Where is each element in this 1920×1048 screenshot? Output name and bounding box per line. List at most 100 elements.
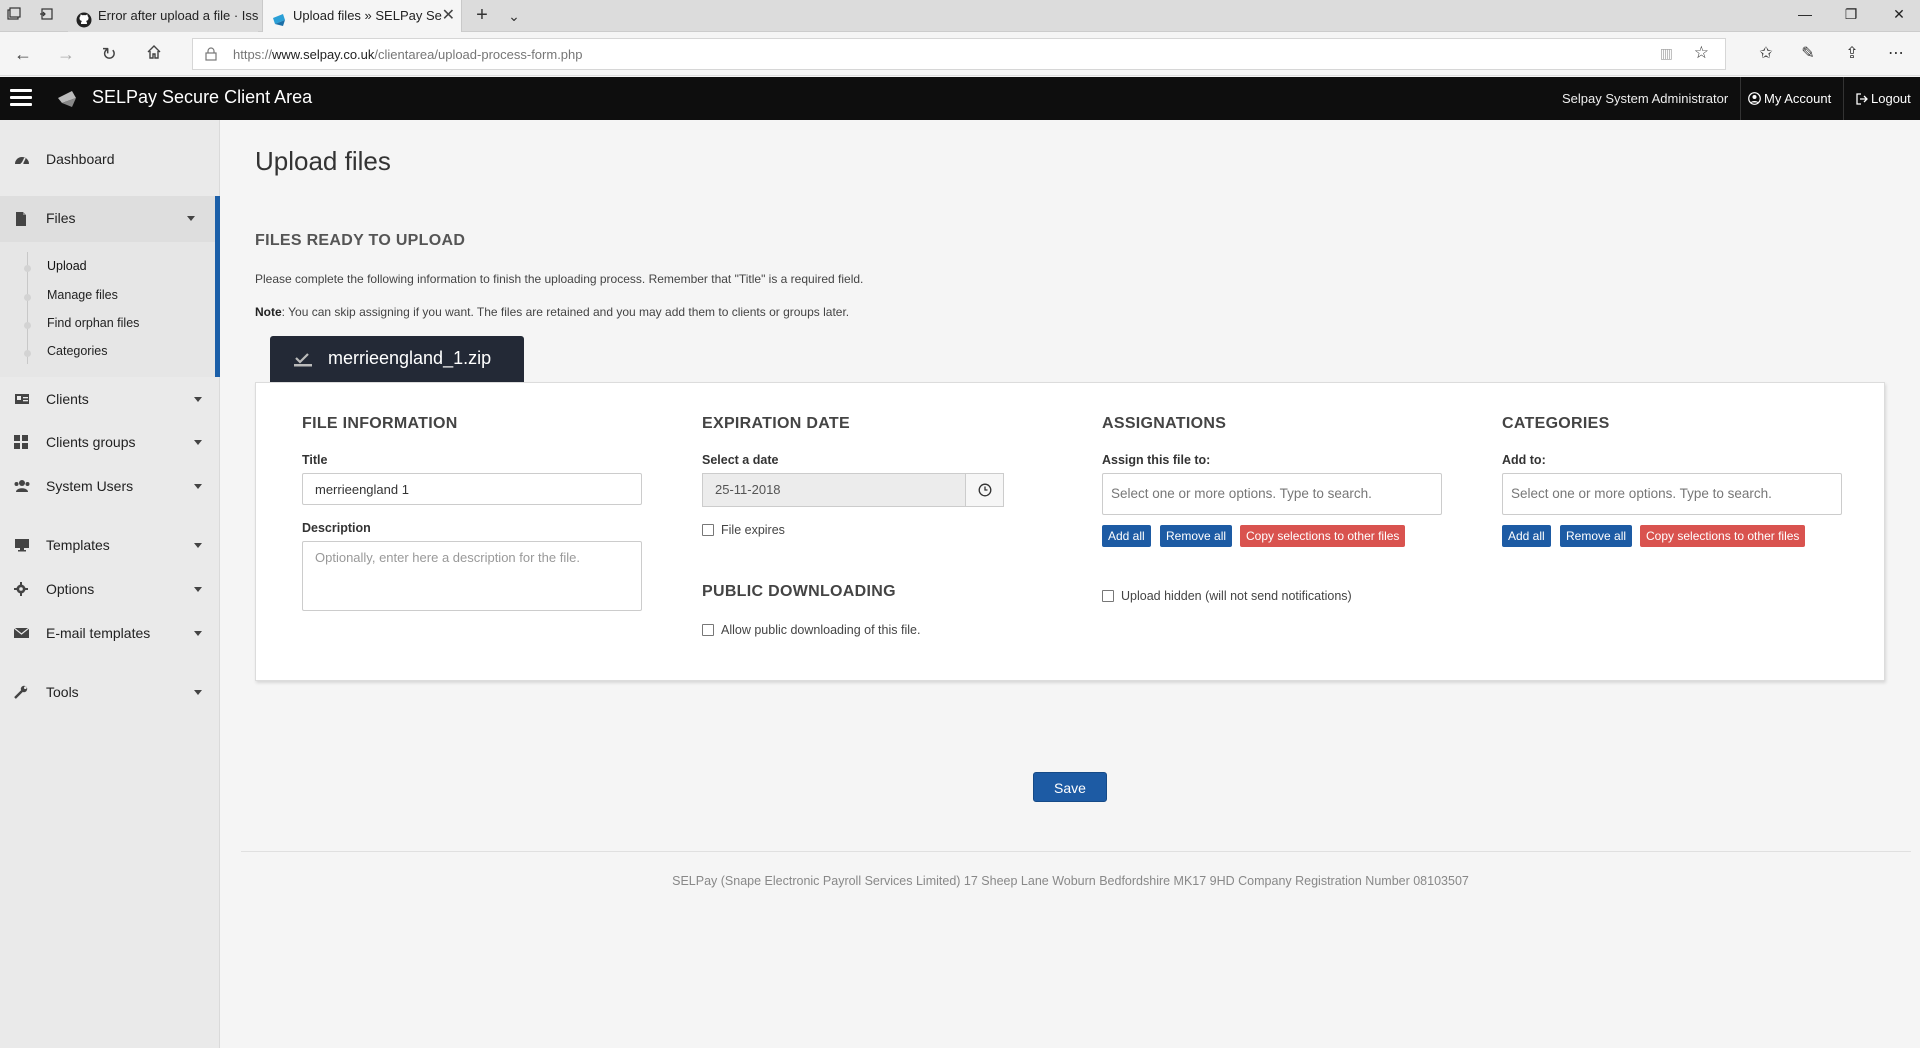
categories-select[interactable]: Select one or more options. Type to sear… <box>1502 473 1842 515</box>
hamburger-menu-icon[interactable] <box>10 89 32 107</box>
sidebar-item-clients-groups[interactable]: Clients groups <box>0 423 220 463</box>
main-content: Upload files FILES READY TO UPLOAD Pleas… <box>221 120 1920 1048</box>
more-menu-icon[interactable]: ⋯ <box>1882 42 1910 66</box>
tab-title: Upload files » SELPay Se <box>293 8 442 23</box>
clients-icon <box>14 392 30 408</box>
sidebar-item-templates[interactable]: Templates <box>0 526 220 566</box>
sidebar-item-files[interactable]: Files <box>0 196 220 242</box>
home-icon[interactable] <box>141 42 167 66</box>
forward-icon[interactable]: → <box>53 42 79 66</box>
add-to-label: Add to: <box>1502 453 1546 467</box>
check-upload-icon <box>294 351 312 367</box>
share-icon[interactable]: ⇪ <box>1838 42 1866 66</box>
footer-divider <box>241 851 1911 852</box>
set-aside-tabs-icon[interactable] <box>36 6 56 26</box>
save-button[interactable]: Save <box>1033 772 1107 802</box>
browser-nav-bar: ← → ↻ https://www.selpay.co.uk/clientare… <box>0 32 1920 76</box>
description-textarea[interactable]: Optionally, enter here a description for… <box>302 541 642 611</box>
sidebar-subitem-categories[interactable]: Categories <box>47 344 107 358</box>
close-window-icon[interactable]: ✕ <box>1884 6 1914 23</box>
upload-hidden-checkbox[interactable]: Upload hidden (will not send notificatio… <box>1102 589 1352 603</box>
monitor-icon <box>14 538 30 554</box>
my-account-label: My Account <box>1764 91 1832 106</box>
sidebar: Dashboard Files Upload Manage files Find… <box>0 120 220 1048</box>
tab-title: Error after upload a file · Iss <box>98 8 258 23</box>
grid-icon <box>14 435 30 451</box>
chevron-down-icon <box>194 543 202 548</box>
chevron-down-icon <box>194 484 202 489</box>
sidebar-item-options[interactable]: Options <box>0 570 220 610</box>
notes-pen-icon[interactable]: ✎ <box>1794 42 1822 66</box>
sidebar-subitem-manage-files[interactable]: Manage files <box>47 288 118 302</box>
tab-manager-icon[interactable] <box>4 6 24 26</box>
checkbox-box[interactable] <box>702 524 714 536</box>
close-tab-icon[interactable]: ✕ <box>442 0 455 32</box>
checkbox-box[interactable] <box>1102 590 1114 602</box>
sidebar-item-dashboard[interactable]: Dashboard <box>0 140 220 180</box>
select-date-label: Select a date <box>702 453 779 467</box>
assign-remove-all-button[interactable]: Remove all <box>1160 525 1233 547</box>
current-user-name: Selpay System Administrator <box>1562 77 1742 120</box>
new-tab-icon[interactable]: + <box>470 4 494 27</box>
sidebar-item-tools[interactable]: Tools <box>0 673 220 713</box>
favorite-star-icon[interactable]: ☆ <box>1694 43 1709 63</box>
favorites-list-icon[interactable]: ✩ <box>1752 42 1780 66</box>
public-downloading-heading: PUBLIC DOWNLOADING <box>702 583 896 600</box>
file-information-heading: FILE INFORMATION <box>302 415 458 432</box>
reading-view-icon[interactable]: ▥ <box>1660 45 1673 62</box>
sidebar-item-label: Tools <box>46 684 79 700</box>
back-icon[interactable]: ← <box>10 42 36 66</box>
intro-text: Please complete the following informatio… <box>255 272 864 286</box>
sidebar-item-label: Clients <box>46 391 89 407</box>
lock-icon <box>205 47 219 61</box>
note-body: : You can skip assigning if you want. Th… <box>281 305 850 319</box>
sidebar-item-email-templates[interactable]: E-mail templates <box>0 614 220 654</box>
assign-add-all-button[interactable]: Add all <box>1102 525 1151 547</box>
sidebar-subitem-find-orphan-files[interactable]: Find orphan files <box>47 316 139 330</box>
sidebar-subitem-upload[interactable]: Upload <box>47 259 87 273</box>
minimize-icon[interactable]: — <box>1790 6 1820 22</box>
sidebar-item-label: Files <box>46 210 76 226</box>
title-input[interactable]: merrieengland 1 <box>302 473 642 505</box>
sidebar-item-label: Templates <box>46 537 110 553</box>
chevron-down-icon <box>194 397 202 402</box>
restore-icon[interactable]: ❐ <box>1836 6 1866 23</box>
checkbox-box[interactable] <box>702 624 714 636</box>
sidebar-item-label: Dashboard <box>46 151 115 167</box>
brand-title[interactable]: SELPay Secure Client Area <box>92 87 312 108</box>
sidebar-item-label: E-mail templates <box>46 625 151 641</box>
categories-add-all-button[interactable]: Add all <box>1502 525 1551 547</box>
assign-copy-selections-button[interactable]: Copy selections to other files <box>1240 525 1406 547</box>
bullet-dot-icon <box>24 294 31 301</box>
assign-to-select[interactable]: Select one or more options. Type to sear… <box>1102 473 1442 515</box>
sidebar-item-system-users[interactable]: System Users <box>0 467 220 507</box>
file-name: merrieengland_1.zip <box>328 348 492 368</box>
refresh-icon[interactable]: ↻ <box>96 42 122 66</box>
description-label: Description <box>302 521 371 535</box>
categories-copy-selections-button[interactable]: Copy selections to other files <box>1640 525 1806 547</box>
chevron-down-icon <box>194 631 202 636</box>
categories-remove-all-button[interactable]: Remove all <box>1560 525 1633 547</box>
expiration-date-heading: EXPIRATION DATE <box>702 415 850 432</box>
assignations-heading: ASSIGNATIONS <box>1102 415 1227 432</box>
tab-preview-chevron-icon[interactable]: ⌄ <box>502 4 526 28</box>
user-circle-icon <box>1748 79 1761 122</box>
sidebar-item-clients[interactable]: Clients <box>0 380 220 420</box>
gear-icon <box>14 582 30 598</box>
selpay-favicon-icon <box>271 8 287 26</box>
file-expires-checkbox[interactable]: File expires <box>702 523 785 537</box>
date-picker-button[interactable] <box>965 474 1003 506</box>
my-account-link[interactable]: My Account <box>1748 77 1831 120</box>
clock-icon <box>978 483 992 500</box>
sidebar-item-label: Clients groups <box>46 434 136 450</box>
browser-tab-github[interactable]: Error after upload a file · Iss <box>68 0 258 32</box>
date-picker[interactable]: 25-11-2018 <box>702 473 1004 507</box>
logout-link[interactable]: Logout <box>1843 77 1911 120</box>
title-label: Title <box>302 453 328 467</box>
sidebar-files-submenu: Upload Manage files Find orphan files Ca… <box>0 242 220 377</box>
app-header: SELPay Secure Client Area Selpay System … <box>0 77 1920 120</box>
browser-tab-selpay[interactable]: Upload files » SELPay Se ✕ <box>262 0 462 32</box>
address-bar[interactable]: https://www.selpay.co.uk/clientarea/uplo… <box>192 38 1726 70</box>
allow-public-download-checkbox[interactable]: Allow public downloading of this file. <box>702 623 920 637</box>
envelope-icon <box>13 626 30 642</box>
